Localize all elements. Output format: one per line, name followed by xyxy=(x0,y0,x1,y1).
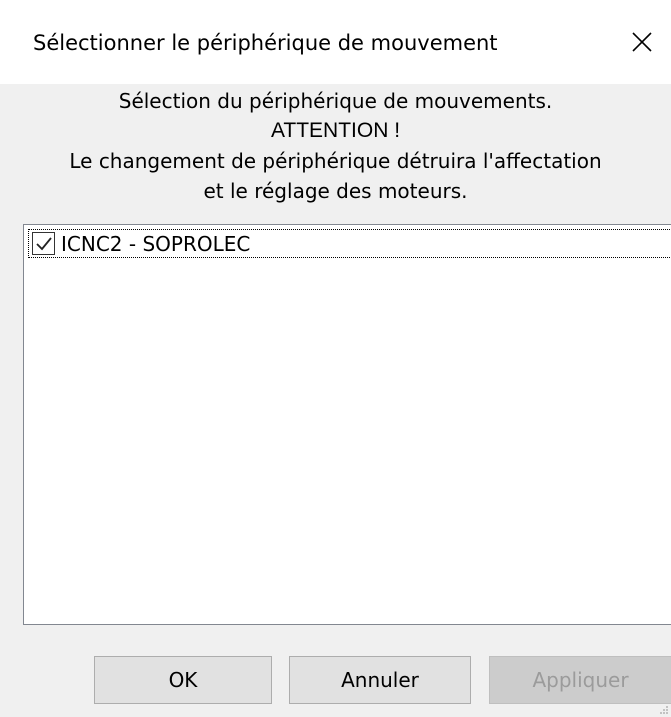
list-item-icnc2[interactable]: ICNC2 - SOPROLEC xyxy=(28,229,671,258)
message-line-warning: ATTENTION ! xyxy=(270,119,401,142)
cancel-button[interactable]: Annuler xyxy=(289,656,471,704)
message-line-intro: Sélection du périphérique de mouvements. xyxy=(118,89,553,113)
device-selection-dialog: Sélectionner le périphérique de mouvemen… xyxy=(0,0,671,717)
device-label: ICNC2 - SOPROLEC xyxy=(61,231,251,256)
checkmark-icon xyxy=(35,236,52,250)
warning-message: Sélection du périphérique de mouvements.… xyxy=(0,86,671,206)
window-title: Sélectionner le périphérique de mouvemen… xyxy=(33,31,498,55)
message-line-detail-2: et le réglage des moteurs. xyxy=(203,179,468,203)
message-line-detail: Le changement de périphérique détruira l… xyxy=(69,149,602,173)
close-button[interactable] xyxy=(620,22,664,62)
apply-button: Appliquer xyxy=(489,656,671,704)
device-checkbox[interactable] xyxy=(32,232,55,255)
device-listbox[interactable]: ICNC2 - SOPROLEC xyxy=(23,224,671,625)
ok-button[interactable]: OK xyxy=(94,656,272,704)
resize-grip-icon[interactable] xyxy=(659,705,669,715)
close-icon xyxy=(632,32,652,52)
title-bar: Sélectionner le périphérique de mouvemen… xyxy=(0,0,671,84)
